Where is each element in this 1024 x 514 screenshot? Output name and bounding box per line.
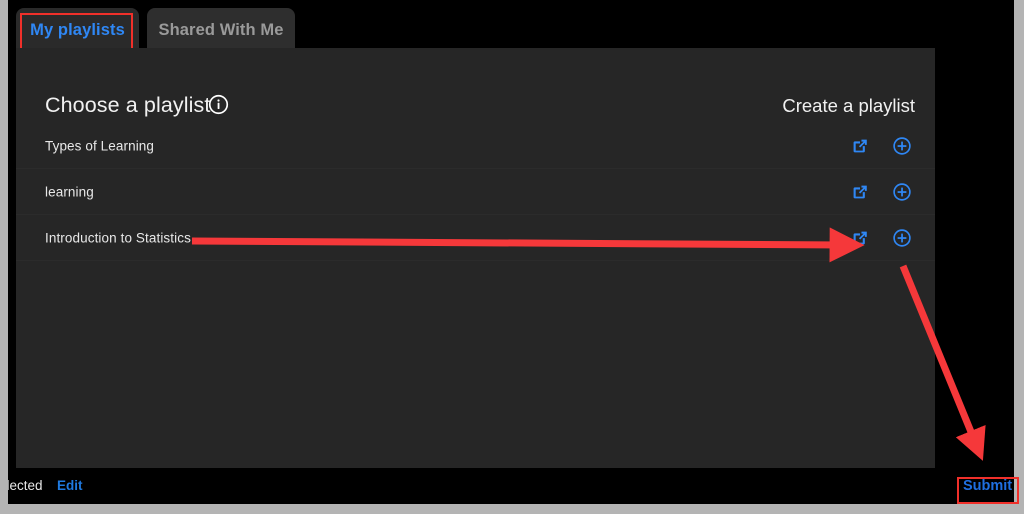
tab-bar: My playlists Shared With Me	[8, 4, 1014, 52]
screen-frame: My playlists Shared With Me Choose a pla…	[0, 0, 1024, 514]
tab-shared-with-me-label: Shared With Me	[158, 20, 284, 39]
tab-my-playlists-label: My playlists	[30, 20, 125, 39]
row-actions	[849, 227, 913, 249]
add-circle-icon[interactable]	[891, 181, 913, 203]
tab-shared-with-me[interactable]: Shared With Me	[147, 8, 295, 52]
add-circle-icon[interactable]	[891, 135, 913, 157]
page-title: Choose a playlist	[45, 93, 211, 117]
open-in-new-icon[interactable]	[849, 227, 871, 249]
panel-header: Choose a playlist Create a playlist	[16, 48, 935, 117]
edit-link[interactable]: Edit	[57, 478, 83, 493]
playlist-row[interactable]: learning	[16, 169, 935, 215]
info-icon[interactable]	[208, 94, 229, 115]
playlist-name: Introduction to Statistics	[45, 230, 191, 245]
playlist-panel: Choose a playlist Create a playlist Type…	[16, 48, 935, 468]
playlist-name: Types of Learning	[45, 138, 155, 153]
playlist-row[interactable]: Types of Learning	[16, 123, 935, 169]
row-actions	[849, 181, 913, 203]
tab-my-playlists[interactable]: My playlists	[16, 8, 139, 52]
selected-count-label: elected	[8, 478, 43, 493]
open-in-new-icon[interactable]	[849, 135, 871, 157]
create-playlist-button[interactable]: Create a playlist	[782, 95, 915, 117]
bottom-bar: elected Edit Submit	[8, 468, 1014, 504]
open-in-new-icon[interactable]	[849, 181, 871, 203]
playlist-row[interactable]: Introduction to Statistics	[16, 215, 935, 261]
playlist-list: Types of Learning learning Introduction …	[16, 123, 935, 261]
submit-button[interactable]: Submit	[963, 478, 1012, 494]
playlist-name: learning	[45, 184, 94, 199]
add-circle-icon[interactable]	[891, 227, 913, 249]
row-actions	[849, 135, 913, 157]
application-window: My playlists Shared With Me Choose a pla…	[8, 0, 1014, 504]
